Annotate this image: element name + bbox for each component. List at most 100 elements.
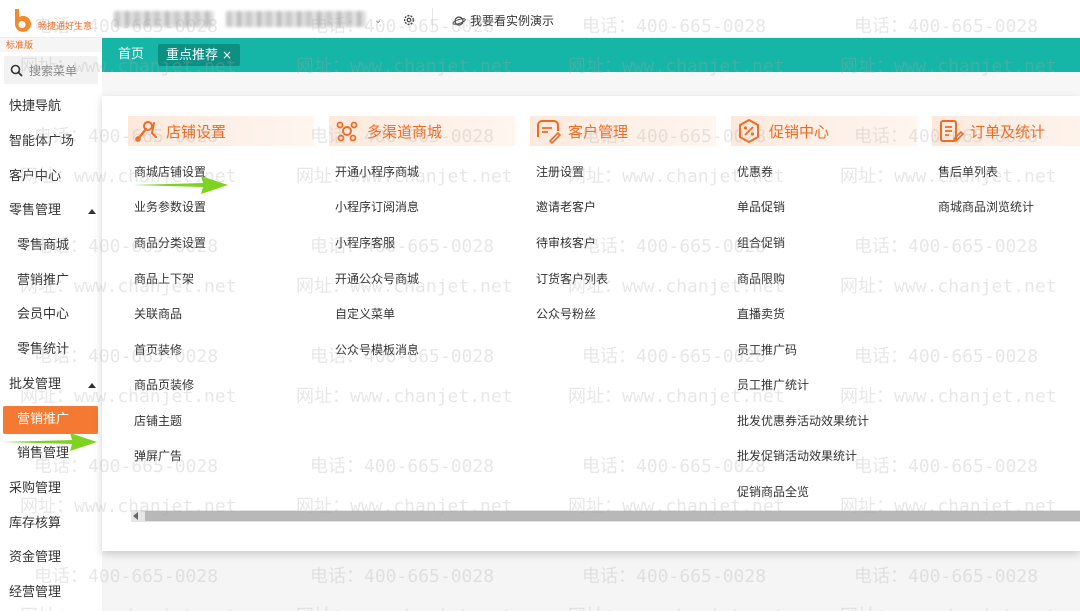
collapse-arrow-icon — [88, 209, 96, 214]
sidebar-item-label: 经营管理 — [9, 585, 62, 600]
sidebar-item-purchase-management[interactable]: 采购管理 — [0, 475, 102, 503]
promotion-icon — [739, 118, 759, 144]
horizontal-scrollbar[interactable] — [131, 510, 1080, 522]
tab-featured-label: 重点推荐 — [166, 48, 219, 63]
sidebar-item-label: 快捷导航 — [9, 99, 62, 114]
arrow-annotation-icon — [2, 433, 97, 451]
sidebar-item-label: 智能体广场 — [9, 134, 75, 149]
menu-item-home-decoration[interactable]: 首页装修 — [134, 342, 182, 358]
top-bar: 畅捷通好生意 标准版 ⌄ 我要看实例演示 — [0, 0, 1080, 51]
menu-item-business-params[interactable]: 业务参数设置 — [134, 199, 206, 215]
sidebar-item-inventory-accounting[interactable]: 库存核算 — [0, 510, 102, 538]
brand-logo-icon — [15, 9, 31, 32]
menu-item-popup-ad[interactable]: 弹屏广告 — [134, 448, 182, 464]
watermark-text: 电话：400-665-0028 — [582, 566, 767, 587]
sidebar-item-customer-center[interactable]: 客户中心 — [0, 163, 102, 191]
menu-item-registration-settings[interactable]: 注册设置 — [536, 164, 584, 180]
menu-item-coupons[interactable]: 优惠券 — [737, 164, 773, 180]
sidebar-item-label: 零售统计 — [17, 342, 70, 357]
menu-item-product-page-decoration[interactable]: 商品页装修 — [134, 377, 194, 393]
menu-item-related-products[interactable]: 关联商品 — [134, 306, 182, 322]
menu-item-invite-customers[interactable]: 邀请老客户 — [536, 199, 596, 215]
sidebar-item-label: 库存核算 — [9, 516, 62, 531]
header-divider — [432, 8, 433, 30]
channels-icon — [336, 121, 358, 142]
menu-column-header: 促销中心 — [731, 116, 917, 146]
menu-item-purchase-limit[interactable]: 商品限购 — [737, 271, 785, 287]
collapse-arrow-icon — [88, 383, 96, 388]
menu-column-header: 客户管理 — [530, 116, 716, 146]
menu-item-aftersale-list[interactable]: 售后单列表 — [938, 164, 998, 180]
sidebar-item-fund-management[interactable]: 资金管理 — [0, 544, 102, 572]
menu-item-wholesale-promotion-stats[interactable]: 批发促销活动效果统计 — [737, 448, 857, 464]
menu-item-product-view-stats[interactable]: 商城商品浏览统计 — [938, 199, 1034, 215]
menu-item-miniprogram-subscription[interactable]: 小程序订阅消息 — [335, 199, 419, 215]
sidebar-item-agent-plaza[interactable]: 智能体广场 — [0, 128, 102, 156]
search-icon — [10, 64, 23, 77]
menu-item-staff-promo-stats[interactable]: 员工推广统计 — [737, 377, 809, 393]
arrow-annotation-icon — [133, 176, 228, 194]
sidebar-item-label: 资金管理 — [9, 550, 62, 565]
menu-panel: 店铺设置 商城店铺设置 业务参数设置 商品分类设置 商品上下架 关联商品 首页装… — [102, 96, 1080, 551]
brand-name: 畅捷通好生意 — [38, 22, 93, 32]
menu-item-wholesale-coupon-stats[interactable]: 批发优惠券活动效果统计 — [737, 413, 869, 429]
menu-column-header: 店铺设置 — [128, 116, 314, 146]
menu-item-official-account-fans[interactable]: 公众号粉丝 — [536, 306, 596, 322]
redacted-company-name — [226, 11, 366, 27]
sidebar-item-label: 会员中心 — [17, 307, 70, 322]
menu-item-open-official-account-mall[interactable]: 开通公众号商城 — [335, 271, 419, 287]
sidebar-item-retail-stats[interactable]: 零售统计 — [0, 336, 102, 364]
sidebar-item-label: 客户中心 — [9, 169, 62, 184]
menu-item-custom-menu[interactable]: 自定义菜单 — [335, 306, 395, 322]
menu-item-order-customer-list[interactable]: 订货客户列表 — [536, 271, 608, 287]
menu-item-staff-promo-code[interactable]: 员工推广码 — [737, 342, 797, 358]
scroll-left-icon[interactable] — [133, 512, 138, 520]
sidebar-item-label: 批发管理 — [9, 377, 62, 392]
tab-bar: 首页 重点推荐 × — [102, 38, 1080, 72]
menu-column-header: 多渠道商城 — [329, 116, 515, 146]
sidebar-item-label: 营销推广 — [17, 412, 70, 427]
sidebar-item-business-management[interactable]: 经营管理 — [0, 579, 102, 607]
demo-example-link[interactable]: 我要看实例演示 — [452, 12, 554, 29]
menu-item-combo-promotion[interactable]: 组合促销 — [737, 235, 785, 251]
menu-column-header: 订单及统计 — [932, 116, 1080, 146]
menu-search[interactable]: 搜索菜单 — [4, 56, 98, 84]
gear-icon[interactable] — [402, 13, 416, 27]
menu-item-official-account-template[interactable]: 公众号模板消息 — [335, 342, 419, 358]
menu-item-product-listing[interactable]: 商品上下架 — [134, 271, 194, 287]
sidebar-item-retail-management[interactable]: 零售管理 — [0, 197, 102, 225]
tab-home[interactable]: 首页 — [118, 44, 144, 66]
menu-column-title: 店铺设置 — [166, 122, 227, 141]
close-icon[interactable]: × — [222, 48, 232, 62]
sidebar-item-member-center[interactable]: 会员中心 — [0, 301, 102, 329]
redacted-account-info — [114, 11, 214, 27]
menu-column-title: 客户管理 — [568, 122, 629, 141]
menu-item-pending-customers[interactable]: 待审核客户 — [536, 235, 596, 251]
account-dropdown-icon[interactable]: ⌄ — [374, 15, 382, 26]
sidebar-item-wholesale-marketing[interactable]: 营销推广 — [3, 406, 98, 434]
search-placeholder: 搜索菜单 — [29, 63, 78, 78]
sidebar-item-quick-nav[interactable]: 快捷导航 — [0, 93, 102, 121]
sidebar-item-wholesale-management[interactable]: 批发管理 — [0, 371, 102, 399]
menu-column-promotion-center: 促销中心 优惠券 单品促销 组合促销 商品限购 直播卖货 员工推广码 员工推广统… — [731, 116, 917, 499]
sidebar: 搜索菜单 快捷导航 智能体广场 客户中心 零售管理 零售商城 营销推广 会员中心… — [0, 52, 102, 611]
sidebar-item-label: 零售管理 — [9, 203, 62, 218]
sidebar-item-retail-marketing[interactable]: 营销推广 — [0, 267, 102, 295]
menu-item-promotion-overview[interactable]: 促销商品全览 — [737, 484, 809, 500]
brand-edition: 标准版 — [6, 41, 34, 51]
menu-item-single-promotion[interactable]: 单品促销 — [737, 199, 785, 215]
sidebar-item-retail-mall[interactable]: 零售商城 — [0, 232, 102, 260]
brand-logo[interactable]: 畅捷通好生意 标准版 — [6, 6, 102, 51]
scrollbar-thumb[interactable] — [145, 511, 1080, 521]
menu-column-title: 订单及统计 — [970, 122, 1046, 141]
menu-item-store-theme[interactable]: 店铺主题 — [134, 413, 182, 429]
tools-icon — [135, 121, 157, 142]
customer-icon — [537, 120, 562, 145]
menu-column-store-settings: 店铺设置 商城店铺设置 业务参数设置 商品分类设置 商品上下架 关联商品 首页装… — [128, 116, 314, 463]
menu-item-live-selling[interactable]: 直播卖货 — [737, 306, 785, 322]
menu-item-miniprogram-service[interactable]: 小程序客服 — [335, 235, 395, 251]
menu-item-open-miniprogram-mall[interactable]: 开通小程序商城 — [335, 164, 419, 180]
tab-featured[interactable]: 重点推荐 × — [158, 44, 241, 66]
watermark-text: 网址：www.chanjet.net — [296, 602, 513, 611]
menu-item-category-settings[interactable]: 商品分类设置 — [134, 235, 206, 251]
